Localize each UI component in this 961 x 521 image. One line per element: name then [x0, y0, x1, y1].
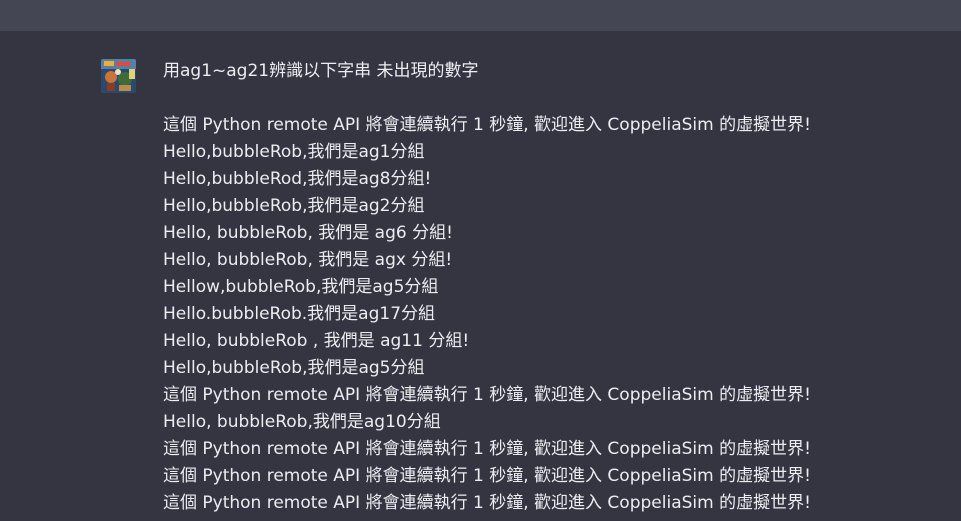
output-line: Hello, bubbleRob , 我們是 ag11 分組! [163, 331, 470, 351]
output-line: Hello, bubbleRob, 我們是 ag6 分組! [163, 223, 453, 243]
output-line: Hellow,bubbleRob,我們是ag5分組 [163, 277, 439, 297]
output-line: Hello,bubbleRob,我們是ag5分組 [163, 358, 425, 378]
output-line: 這個 Python remote API 將會連續執行 1 秒鐘, 歡迎進入 C… [163, 493, 811, 513]
avatar-image [101, 59, 136, 93]
output-line: Hello, bubbleRob, 我們是 agx 分組! [163, 250, 453, 270]
output-line: Hello,bubbleRod,我們是ag8分組! [163, 169, 432, 189]
output-line: Hello.bubbleRob.我們是ag17分組 [163, 304, 436, 324]
output-line: 這個 Python remote API 將會連續執行 1 秒鐘, 歡迎進入 C… [163, 466, 811, 486]
output-line: Hello,bubbleRob,我們是ag1分組 [163, 142, 425, 162]
previous-message-strip [0, 0, 961, 31]
output-line: 這個 Python remote API 將會連續執行 1 秒鐘, 歡迎進入 C… [163, 115, 811, 135]
output-line: 這個 Python remote API 將會連續執行 1 秒鐘, 歡迎進入 C… [163, 439, 811, 459]
output-line: 這個 Python remote API 將會連續執行 1 秒鐘, 歡迎進入 C… [163, 385, 811, 405]
user-avatar-icon [101, 59, 136, 93]
output-line: Hello,bubbleRob,我們是ag2分組 [163, 196, 425, 216]
question-text: 用ag1~ag21辨識以下字串 未出現的數字 [163, 61, 479, 81]
message-content: 用ag1~ag21辨識以下字串 未出現的數字 這個 Python remote … [163, 58, 943, 517]
output-line: Hello, bubbleRob,我們是ag10分組 [163, 412, 441, 432]
